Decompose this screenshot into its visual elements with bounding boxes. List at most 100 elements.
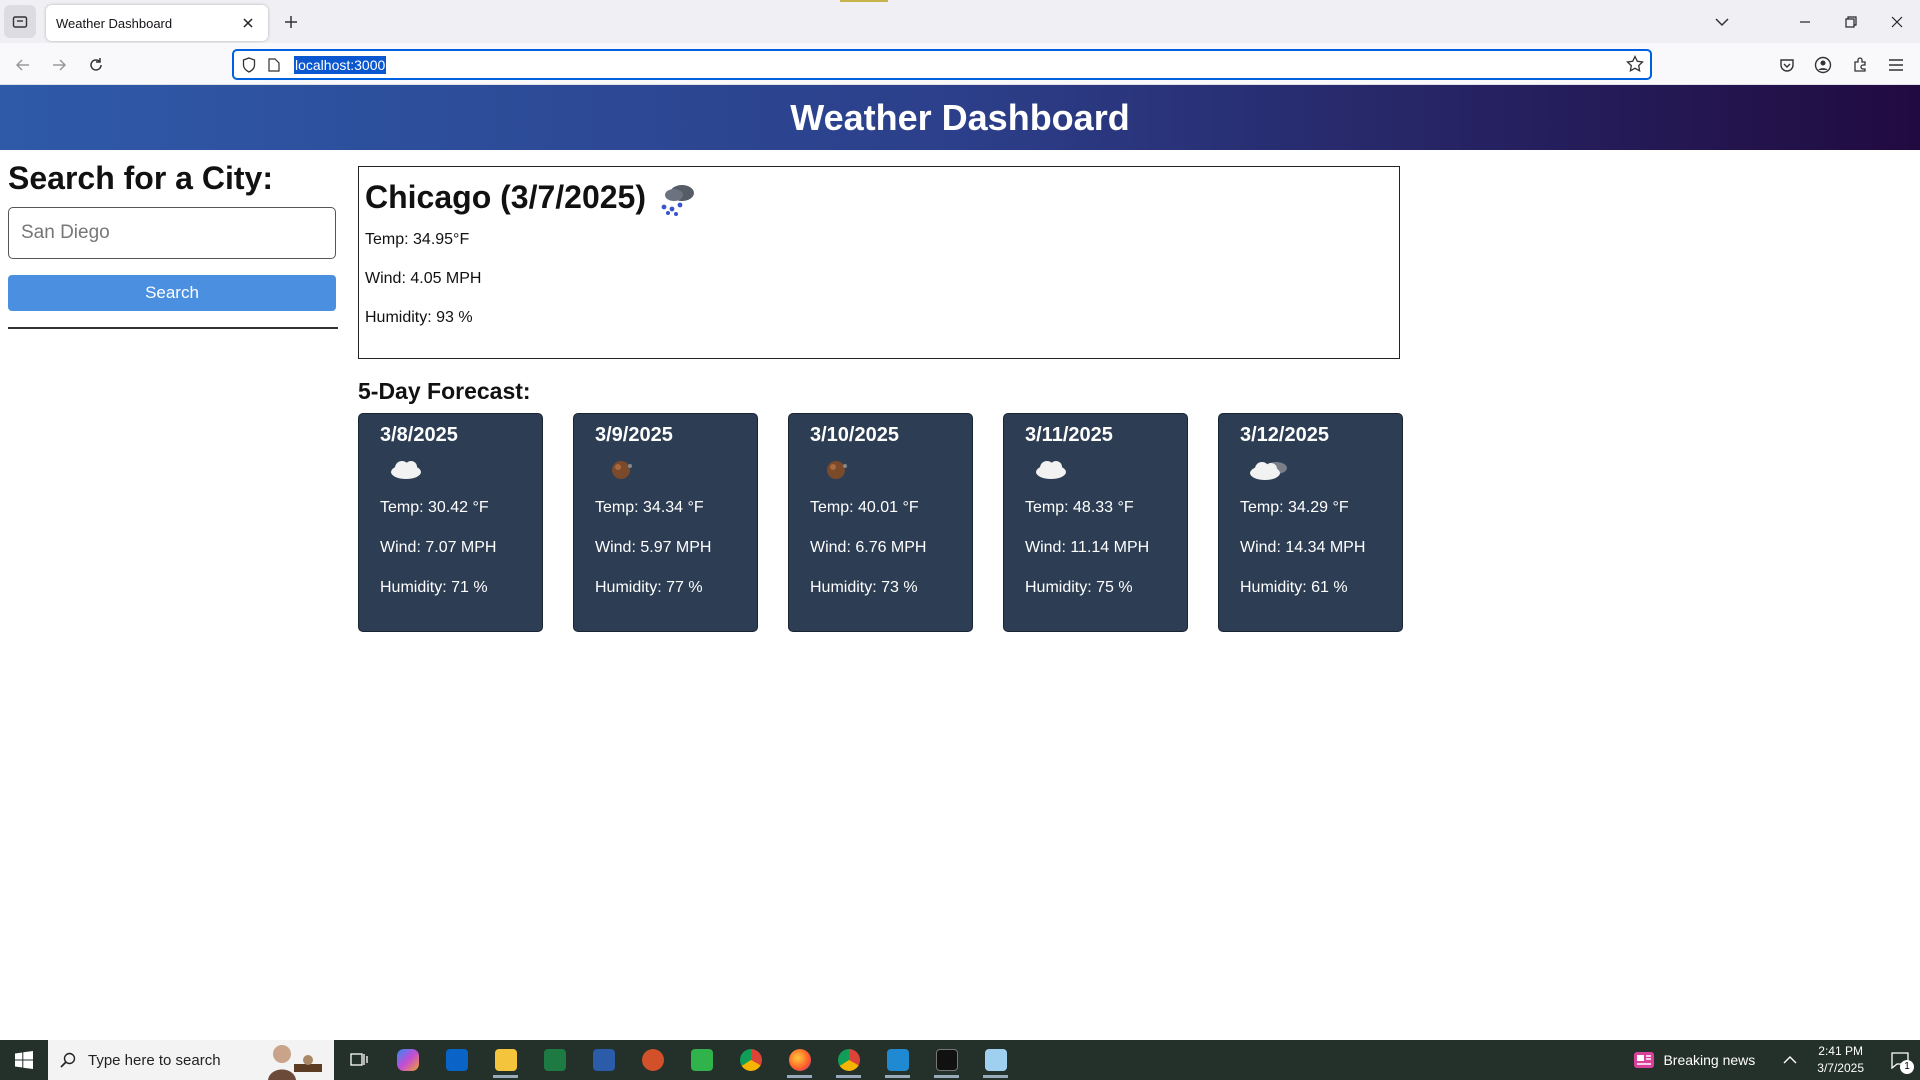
folder-icon	[494, 1049, 517, 1071]
task-view-button[interactable]	[334, 1040, 383, 1080]
snow-cloud-icon	[661, 185, 694, 216]
forecast-date: 3/9/2025	[595, 424, 673, 446]
account-icon	[1814, 56, 1832, 74]
taskbar-powerpoint[interactable]	[628, 1040, 677, 1080]
search-divider	[8, 327, 338, 329]
chrome-icon	[837, 1049, 860, 1071]
forecast-card: 3/8/2025 Temp: 30.42 °F Wind: 7.07 MPH H…	[358, 413, 543, 632]
menu-button[interactable]	[1882, 51, 1910, 79]
green-app-icon	[690, 1049, 713, 1071]
list-all-tabs-button[interactable]	[1707, 8, 1737, 36]
forecast-wind: Wind: 11.14 MPH	[1025, 539, 1150, 556]
current-city-title: Chicago (3/7/2025)	[365, 178, 646, 215]
back-button[interactable]	[9, 51, 37, 79]
close-window-button[interactable]	[1882, 8, 1912, 36]
search-button[interactable]: Search	[8, 275, 336, 311]
cloud-icon	[391, 461, 421, 479]
cloud-icon	[1036, 461, 1066, 479]
copilot-icon	[396, 1049, 419, 1071]
url-text[interactable]: localhost:3000	[294, 55, 387, 74]
forecast-humidity: Humidity: 77 %	[595, 579, 703, 596]
forecast-wind: Wind: 14.34 MPH	[1240, 539, 1366, 556]
restore-button[interactable]	[1836, 8, 1866, 36]
forecast-card: 3/11/2025 Temp: 48.33 °F Wind: 11.14 MPH…	[1003, 413, 1188, 632]
forecast-card: 3/10/2025 Temp: 40.01 °F Wind: 6.76 MPH …	[788, 413, 973, 632]
forecast-humidity: Humidity: 75 %	[1025, 579, 1133, 596]
taskbar-app-green[interactable]	[677, 1040, 726, 1080]
taskbar-file-explorer[interactable]	[481, 1040, 530, 1080]
powerpoint-icon	[641, 1049, 664, 1071]
pocket-button[interactable]	[1773, 51, 1801, 79]
taskbar-outlook[interactable]	[432, 1040, 481, 1080]
bookmark-button[interactable]	[1626, 54, 1644, 78]
forward-button[interactable]	[45, 51, 73, 79]
browser-tab-bar: Weather Dashboard	[0, 0, 1920, 43]
chevron-down-icon	[1715, 18, 1729, 27]
vscode-icon	[886, 1049, 909, 1071]
extensions-button[interactable]	[1846, 51, 1874, 79]
clock[interactable]: 2:41 PM 3/7/2025	[1817, 1043, 1864, 1077]
search-icon	[60, 1052, 76, 1068]
page-title: Weather Dashboard	[790, 96, 1130, 138]
tab-list-icon	[12, 15, 28, 28]
taskbar-notepad[interactable]	[971, 1040, 1020, 1080]
news-widget[interactable]: Breaking news	[1633, 1051, 1755, 1069]
start-button[interactable]	[0, 1040, 48, 1080]
minimize-button[interactable]	[1790, 8, 1820, 36]
forecast-card: 3/12/2025 Temp: 34.29 °F Wind: 14.34 MPH…	[1218, 413, 1403, 632]
forecast-temp: Temp: 48.33 °F	[1025, 499, 1134, 516]
taskbar-search-placeholder: Type here to search	[88, 1051, 221, 1069]
moon-icon	[612, 461, 632, 479]
notification-center-button[interactable]: 1	[1880, 1040, 1920, 1080]
tab-list-button[interactable]	[4, 5, 36, 38]
new-tab-button[interactable]	[279, 10, 303, 34]
reload-button[interactable]	[82, 51, 110, 79]
taskbar-word[interactable]	[579, 1040, 628, 1080]
current-wind: Wind: 4.05 MPH	[365, 270, 482, 287]
current-temp: Temp: 34.95°F	[365, 231, 470, 248]
minimize-icon	[1800, 21, 1810, 23]
forecast-date: 3/12/2025	[1240, 424, 1329, 446]
news-icon	[1634, 1052, 1655, 1068]
tab-accent-line	[840, 0, 888, 2]
url-bar[interactable]: localhost:3000	[232, 49, 1652, 80]
outlook-icon	[445, 1049, 468, 1071]
forecast-date: 3/8/2025	[380, 424, 458, 446]
clock-date: 3/7/2025	[1817, 1061, 1864, 1075]
windows-taskbar: Type here to search Breaking news 2:41 P…	[0, 1040, 1920, 1080]
arrow-left-icon	[15, 59, 29, 71]
taskbar-chrome[interactable]	[726, 1040, 775, 1080]
city-search-input[interactable]	[8, 207, 336, 259]
taskbar-chrome-profile[interactable]	[824, 1040, 873, 1080]
reload-icon	[90, 58, 102, 71]
current-weather-card: Chicago (3/7/2025) Temp: 34.95°F Wind: 4…	[358, 166, 1400, 359]
taskbar-terminal[interactable]	[922, 1040, 971, 1080]
system-tray: Breaking news 2:41 PM 3/7/2025 1	[1633, 1040, 1920, 1080]
terminal-icon	[935, 1049, 958, 1071]
taskbar-vscode[interactable]	[873, 1040, 922, 1080]
taskbar-firefox[interactable]	[775, 1040, 824, 1080]
forecast-wind: Wind: 7.07 MPH	[380, 539, 497, 556]
forecast-cards: 3/8/2025 Temp: 30.42 °F Wind: 7.07 MPH H…	[358, 413, 1403, 632]
tab-weather-dashboard[interactable]: Weather Dashboard	[46, 5, 268, 41]
clock-time: 2:41 PM	[1818, 1044, 1863, 1058]
taskbar-copilot[interactable]	[383, 1040, 432, 1080]
puzzle-icon	[1854, 57, 1866, 72]
tab-title: Weather Dashboard	[56, 15, 173, 31]
taskbar-excel[interactable]	[530, 1040, 579, 1080]
notification-badge: 1	[1900, 1060, 1914, 1074]
excel-icon	[543, 1049, 566, 1071]
forecast-humidity: Humidity: 73 %	[810, 579, 918, 596]
forecast-date: 3/11/2025	[1025, 424, 1113, 446]
page-header: Weather Dashboard	[0, 85, 1920, 150]
close-tab-button[interactable]	[238, 13, 258, 33]
search-highlight-illustration	[268, 1045, 322, 1080]
search-sidebar: Search for a City: Search	[8, 160, 338, 329]
close-icon	[243, 18, 253, 28]
chevron-up-icon[interactable]	[1783, 1055, 1797, 1065]
forecast-wind: Wind: 6.76 MPH	[810, 539, 927, 556]
taskbar-search-box[interactable]: Type here to search	[48, 1040, 334, 1080]
arrow-right-icon	[53, 59, 67, 71]
star-icon	[1626, 54, 1644, 73]
account-button[interactable]	[1809, 51, 1837, 79]
